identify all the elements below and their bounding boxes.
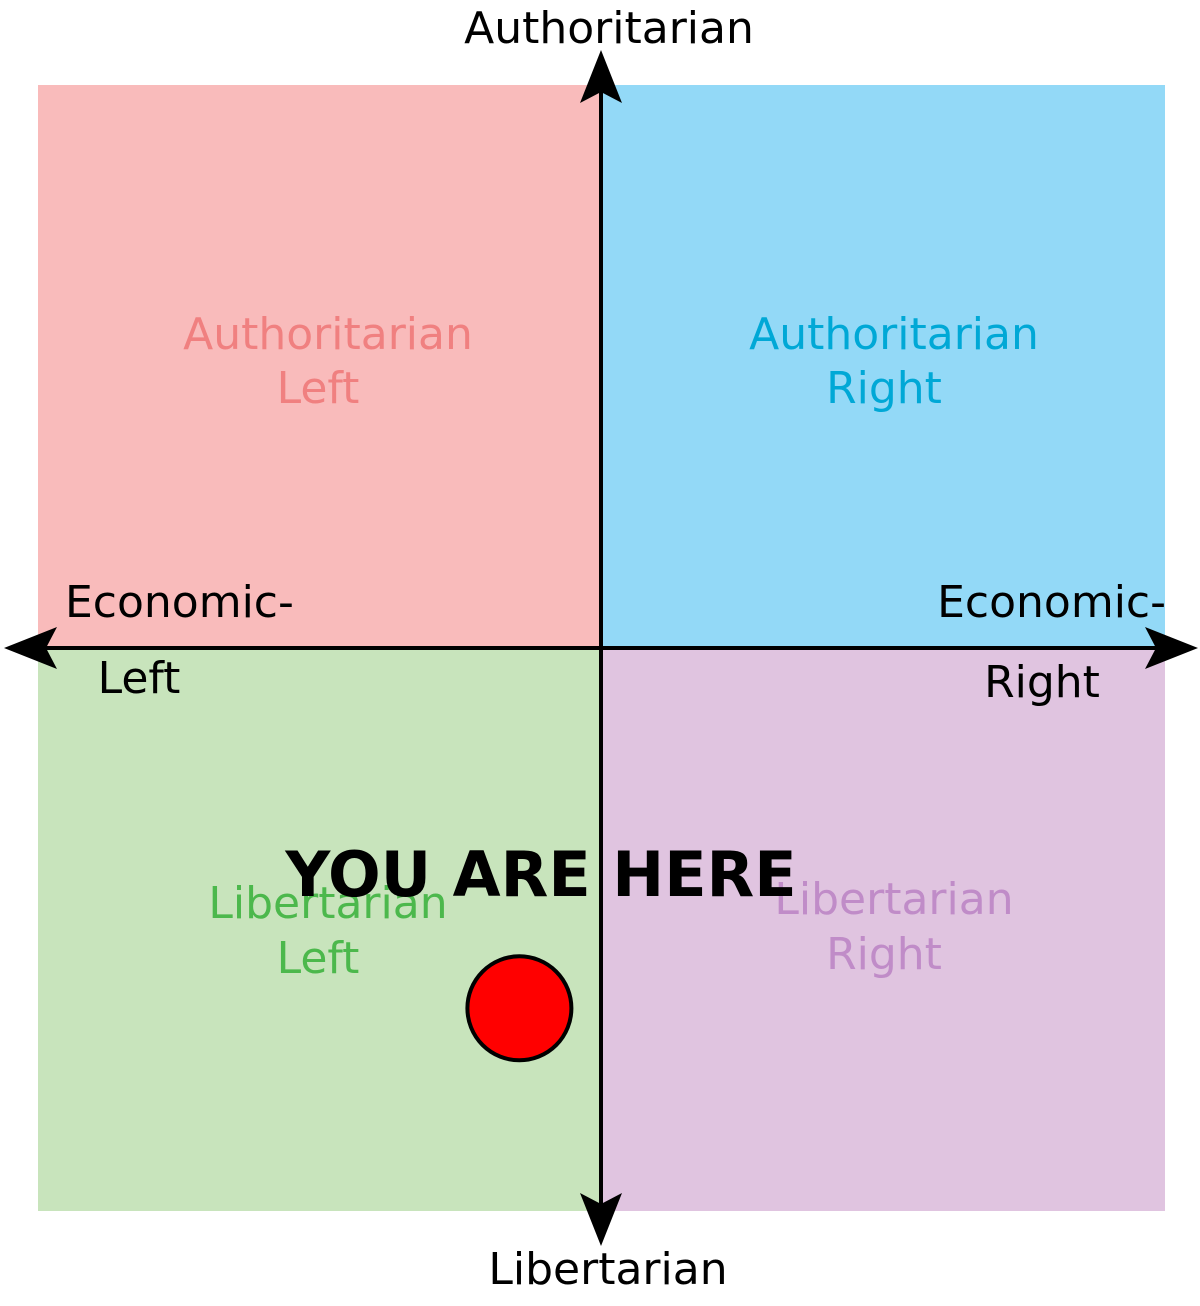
axis-label-right-line1: Economic- xyxy=(937,577,1166,628)
quadrant-label-lib-left-line2: Left xyxy=(277,933,360,984)
axis-label-bottom: Libertarian xyxy=(488,1244,727,1295)
axis-label-right-line2: Right xyxy=(984,657,1100,708)
quadrant-label-auth-left-line2: Left xyxy=(277,363,360,414)
quadrant-label-auth-right-line2: Right xyxy=(826,363,942,414)
quadrant-libertarian-left xyxy=(38,648,601,1211)
political-compass: Authoritarian Left Authoritarian Right L… xyxy=(4,3,1198,1295)
axis-label-left-line1: Economic- xyxy=(65,577,294,628)
quadrant-label-lib-right-line1: Libertarian xyxy=(774,874,1013,925)
you-are-here-label: YOU ARE HERE xyxy=(284,838,796,911)
quadrant-label-lib-right-line2: Right xyxy=(826,929,942,980)
axis-label-top: Authoritarian xyxy=(464,3,754,54)
quadrant-label-auth-right-line1: Authoritarian xyxy=(749,309,1039,360)
quadrant-label-auth-left-line1: Authoritarian xyxy=(183,309,473,360)
axis-label-left-line2: Left xyxy=(98,653,181,704)
position-marker xyxy=(465,954,574,1063)
